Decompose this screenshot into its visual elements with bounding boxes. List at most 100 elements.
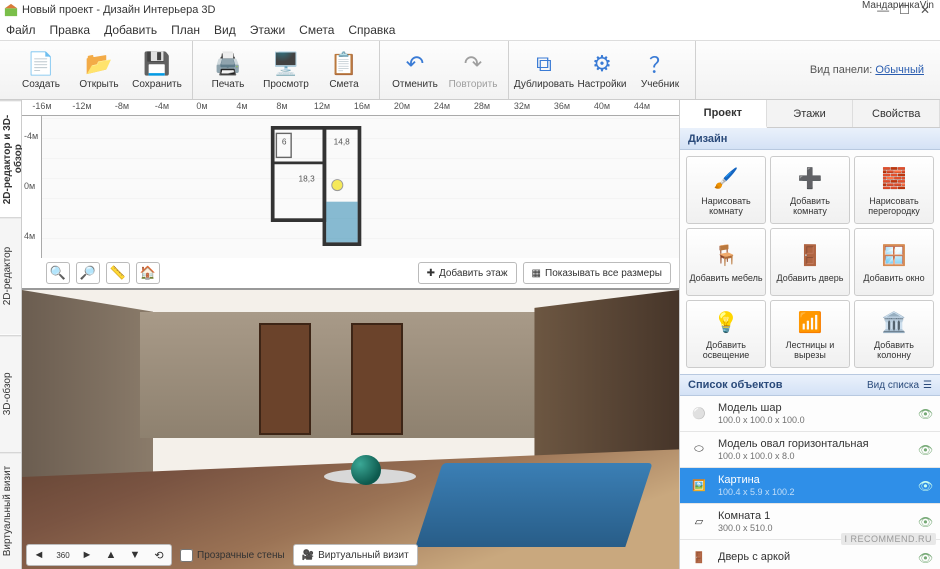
virtual-visit-button[interactable]: 🎥Виртуальный визит: [293, 544, 418, 566]
design-btn-0[interactable]: 🖌️Нарисовать комнату: [686, 156, 766, 224]
redo-icon: ↷: [460, 51, 486, 77]
design-btn-7[interactable]: 📶Лестницы и вырезы: [770, 300, 850, 368]
view3d-toolbar: ◄ 360 ► ▲ ▼ ⟲ Прозрачные стены 🎥Виртуаль…: [26, 543, 675, 567]
visibility-icon[interactable]: 👁: [918, 407, 934, 421]
svg-text:14,8: 14,8: [334, 136, 351, 146]
object-item[interactable]: ⬭Модель овал горизонтальная100.0 x 100.0…: [680, 432, 940, 468]
vtab-2d[interactable]: 2D-редактор: [0, 217, 21, 334]
visibility-icon[interactable]: 👁: [918, 515, 934, 529]
redo-button[interactable]: ↷Повторить: [444, 44, 502, 96]
design-label: Добавить колонну: [857, 340, 931, 360]
nav-down-button[interactable]: ▼: [124, 546, 146, 564]
ruler-button[interactable]: 📏: [106, 262, 130, 284]
object-dimensions: 300.0 x 510.0: [718, 523, 912, 534]
plan-canvas[interactable]: 6 18,3 14,8: [42, 116, 679, 258]
ruler-vertical: -4м0м4м: [22, 116, 42, 258]
home-button[interactable]: 🏠: [136, 262, 160, 284]
object-icon: 🚪: [686, 545, 712, 569]
list-icon: ☰: [923, 380, 932, 391]
tab-properties[interactable]: Свойства: [853, 100, 940, 127]
vtab-2d-3d[interactable]: 2D-редактор и 3D-обзор: [0, 100, 21, 217]
panel-mode: Вид панели: Обычный: [800, 58, 934, 82]
menu-edit[interactable]: Правка: [50, 23, 91, 37]
design-icon: 📶: [796, 309, 824, 337]
preview-button[interactable]: 🖥️Просмотр: [257, 44, 315, 96]
visibility-icon[interactable]: 👁: [918, 551, 934, 565]
menu-add[interactable]: Добавить: [104, 23, 157, 37]
design-label: Добавить дверь: [777, 273, 844, 283]
visibility-icon[interactable]: 👁: [918, 443, 934, 457]
design-btn-3[interactable]: 🪑 Добавить мебель: [686, 228, 766, 296]
vtab-3d[interactable]: 3D-обзор: [0, 335, 21, 452]
folder-open-icon: 📂: [86, 51, 112, 77]
menu-estimate[interactable]: Смета: [299, 23, 334, 37]
svg-text:18,3: 18,3: [299, 173, 316, 183]
duplicate-button[interactable]: ⧉Дублировать: [515, 44, 573, 96]
gear-icon: ⚙: [589, 51, 615, 77]
nav-rotate-button[interactable]: ⟲: [148, 546, 170, 564]
floorplan[interactable]: 6 18,3 14,8: [267, 126, 367, 246]
vtab-virtual[interactable]: Виртуальный визит: [0, 452, 21, 569]
printer-icon: 🖨️: [215, 51, 241, 77]
nav-up-button[interactable]: ▲: [100, 546, 122, 564]
create-button[interactable]: 📄Создать: [12, 44, 70, 96]
camera-icon: 🎥: [302, 550, 314, 561]
tutorial-button[interactable]: ？Учебник: [631, 44, 689, 96]
design-label: Добавить окно: [863, 273, 924, 283]
visibility-icon[interactable]: 👁: [918, 479, 934, 493]
design-icon: 🪑: [712, 242, 740, 270]
design-header: Дизайн: [680, 128, 940, 150]
view-3d[interactable]: ◄ 360 ► ▲ ▼ ⟲ Прозрачные стены 🎥Виртуаль…: [22, 290, 679, 569]
design-label: Добавить освещение: [689, 340, 763, 360]
menu-view[interactable]: Вид: [214, 23, 236, 37]
design-icon: ➕: [796, 165, 824, 193]
svg-text:6: 6: [282, 136, 287, 146]
objects-view-mode[interactable]: Вид списка ☰: [867, 380, 932, 391]
object-icon: 🖼️: [686, 473, 712, 499]
help-icon: ？: [647, 51, 673, 77]
design-icon: 💡: [712, 309, 740, 337]
object-icon: ▱: [686, 509, 712, 535]
nav-360-button[interactable]: 360: [52, 546, 74, 564]
titlebar: Новый проект - Дизайн Интерьера 3D — ☐ ✕: [0, 0, 940, 20]
estimate-button[interactable]: 📋Смета: [315, 44, 373, 96]
home-icon: 🏠: [140, 265, 156, 281]
app-icon: [4, 3, 18, 17]
nav-left-button[interactable]: ◄: [28, 546, 50, 564]
window-title: Новый проект - Дизайн Интерьера 3D: [22, 4, 877, 16]
zoom-out-button[interactable]: 🔍: [46, 262, 70, 284]
tab-project[interactable]: Проект: [680, 100, 767, 128]
object-icon: ⚪: [686, 401, 712, 427]
menu-floors[interactable]: Этажи: [250, 23, 285, 37]
design-btn-8[interactable]: 🏛️Добавить колонну: [854, 300, 934, 368]
show-dimensions-button[interactable]: ▦Показывать все размеры: [523, 262, 671, 284]
object-item[interactable]: ⚪Модель шар100.0 x 100.0 x 100.0👁: [680, 396, 940, 432]
menu-file[interactable]: Файл: [6, 23, 36, 37]
open-button[interactable]: 📂Открыть: [70, 44, 128, 96]
design-btn-6[interactable]: 💡 Добавить освещение: [686, 300, 766, 368]
design-btn-4[interactable]: 🚪Добавить дверь: [770, 228, 850, 296]
settings-button[interactable]: ⚙Настройки: [573, 44, 631, 96]
undo-button[interactable]: ↶Отменить: [386, 44, 444, 96]
watermark-user: МандаринкаVin: [862, 0, 934, 11]
add-floor-button[interactable]: ✚Добавить этаж: [418, 262, 517, 284]
design-btn-2[interactable]: 🧱Нарисовать перегородку: [854, 156, 934, 224]
design-btn-1[interactable]: ➕ Добавить комнату: [770, 156, 850, 224]
object-name: Дверь с аркой: [718, 551, 912, 564]
print-button[interactable]: 🖨️Печать: [199, 44, 257, 96]
transparent-walls-checkbox[interactable]: Прозрачные стены: [180, 549, 285, 562]
menu-help[interactable]: Справка: [348, 23, 395, 37]
left-tabs: 2D-редактор и 3D-обзор 2D-редактор 3D-об…: [0, 100, 22, 569]
objects-header: Список объектов: [688, 379, 782, 391]
design-label: Добавить комнату: [773, 196, 847, 216]
menu-plan[interactable]: План: [171, 23, 200, 37]
view-2d[interactable]: -16м-12м-8м-4м0м4м8м12м16м20м24м28м32м36…: [22, 100, 679, 290]
zoom-in-button[interactable]: 🔎: [76, 262, 100, 284]
design-label: Добавить мебель: [689, 273, 762, 283]
panel-mode-link[interactable]: Обычный: [875, 64, 924, 76]
object-item[interactable]: 🖼️Картина100.4 x 5.9 x 100.2👁: [680, 468, 940, 504]
save-button[interactable]: 💾Сохранить: [128, 44, 186, 96]
tab-floors[interactable]: Этажи: [767, 100, 854, 127]
nav-right-button[interactable]: ►: [76, 546, 98, 564]
design-btn-5[interactable]: 🪟Добавить окно: [854, 228, 934, 296]
